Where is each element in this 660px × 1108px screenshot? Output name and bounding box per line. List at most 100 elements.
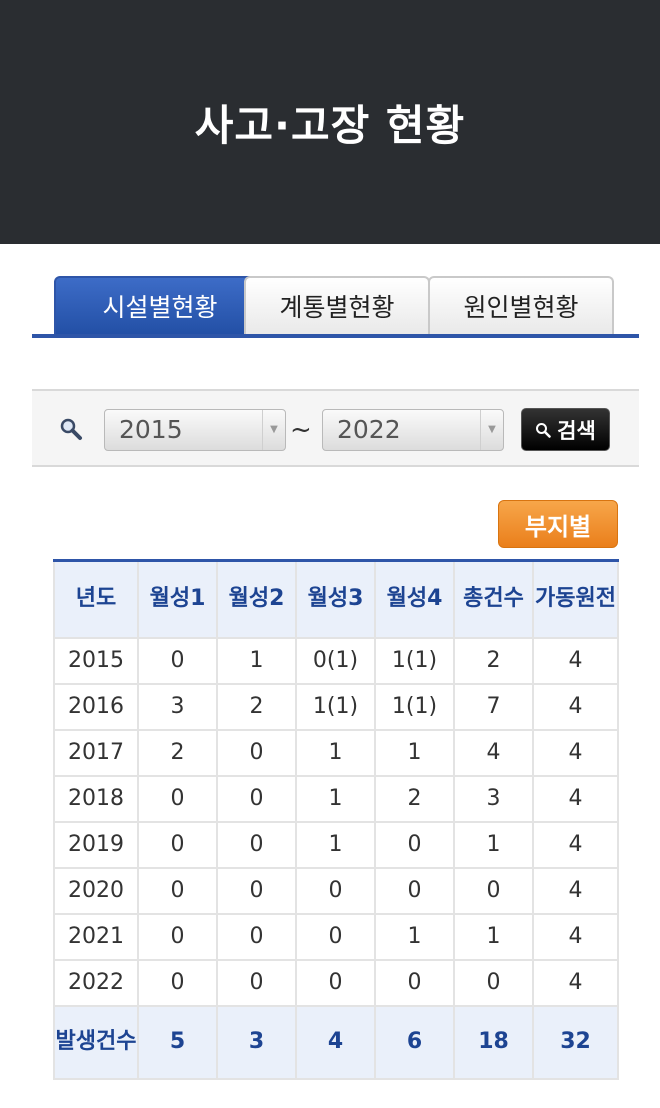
table-cell: 0: [216, 958, 297, 1007]
total-cell: 5: [137, 1004, 218, 1080]
table-cell: 4: [532, 636, 619, 685]
table-cell: 0: [295, 866, 376, 915]
table-cell: 2: [137, 728, 218, 777]
total-cell: 18: [453, 1004, 534, 1080]
total-cell: 6: [374, 1004, 455, 1080]
table-row: 2017 2 0 1 1 4 4: [53, 728, 619, 777]
cell-year: 2022: [53, 958, 139, 1007]
table-row: 2019 0 0 1 0 1 4: [53, 820, 619, 869]
table-cell: 4: [532, 774, 619, 823]
table-cell: 0: [137, 912, 218, 961]
cell-year: 2021: [53, 912, 139, 961]
table-cell: 1: [453, 912, 534, 961]
cell-year: 2015: [53, 636, 139, 685]
chevron-down-icon: ▼: [262, 410, 285, 450]
table-cell: 0: [216, 774, 297, 823]
tab-facility[interactable]: 시설별현황: [54, 276, 266, 334]
table-cell: 1: [295, 774, 376, 823]
table-cell: 0: [453, 958, 534, 1007]
to-year-value: 2022: [337, 415, 401, 444]
header-wolsong2: 월성2: [216, 559, 297, 639]
table-cell: 0: [137, 958, 218, 1007]
table-cell: 4: [453, 728, 534, 777]
table-cell: 0: [295, 958, 376, 1007]
table-cell: 1: [216, 636, 297, 685]
header-wolsong4: 월성4: [374, 559, 455, 639]
from-year-select[interactable]: 2015 ▼: [104, 409, 286, 451]
magnifier-icon: [60, 418, 82, 440]
table-cell: 0: [453, 866, 534, 915]
table-cell: 4: [532, 682, 619, 731]
tab-bar: 시설별현황 계통별현황 원인별현황: [32, 276, 639, 338]
table-cell: 0: [374, 820, 455, 869]
total-cell: 32: [532, 1004, 619, 1080]
table-row: 2015 0 1 0(1) 1(1) 2 4: [53, 636, 619, 685]
by-site-button[interactable]: 부지별: [498, 500, 618, 548]
chevron-down-icon: ▼: [480, 410, 503, 450]
header-wolsong1: 월성1: [137, 559, 218, 639]
header-wolsong3: 월성3: [295, 559, 376, 639]
table-cell: 2: [216, 682, 297, 731]
table-row: 2016 3 2 1(1) 1(1) 7 4: [53, 682, 619, 731]
cell-year: 2019: [53, 820, 139, 869]
table-row: 2018 0 0 1 2 3 4: [53, 774, 619, 823]
header-total: 총건수: [453, 559, 534, 639]
table-cell: 0: [374, 958, 455, 1007]
table-cell: 0: [295, 912, 376, 961]
range-separator: ~: [290, 415, 312, 445]
to-year-select[interactable]: 2022 ▼: [322, 409, 504, 451]
table-cell: 4: [532, 728, 619, 777]
page-header: 사고·고장 현황: [0, 0, 660, 244]
table-cell: 0: [137, 866, 218, 915]
incident-table: 년도 월성1 월성2 월성3 월성4 총건수 가동원전 2015 0 1 0(1…: [53, 559, 619, 1080]
header-operating: 가동원전: [532, 559, 619, 639]
cell-year: 2016: [53, 682, 139, 731]
total-label: 발생건수: [53, 1004, 139, 1080]
table-cell: 0: [374, 866, 455, 915]
search-bar: 2015 ▼ ~ 2022 ▼ 검색: [32, 389, 639, 467]
table-cell: 0: [216, 912, 297, 961]
table-cell: 4: [532, 866, 619, 915]
table-row: 2020 0 0 0 0 0 4: [53, 866, 619, 915]
total-cell: 3: [216, 1004, 297, 1080]
search-icon: [536, 422, 551, 438]
table-cell: 0: [216, 866, 297, 915]
table-row: 2021 0 0 0 1 1 4: [53, 912, 619, 961]
table-cell: 1(1): [374, 682, 455, 731]
table-cell: 3: [137, 682, 218, 731]
table-cell: 0: [137, 820, 218, 869]
table-row: 2022 0 0 0 0 0 4: [53, 958, 619, 1007]
table-cell: 4: [532, 912, 619, 961]
table-cell: 3: [453, 774, 534, 823]
table-cell: 1(1): [374, 636, 455, 685]
search-button-label: 검색: [557, 418, 596, 443]
table-cell: 1: [374, 912, 455, 961]
table-cell: 1: [295, 820, 376, 869]
table-cell: 2: [374, 774, 455, 823]
table-cell: 7: [453, 682, 534, 731]
table-cell: 0: [216, 728, 297, 777]
cell-year: 2018: [53, 774, 139, 823]
table-total-row: 발생건수 5 3 4 6 18 32: [53, 1004, 619, 1080]
tab-underline: [32, 334, 639, 338]
table-cell: 4: [532, 958, 619, 1007]
tab-cause[interactable]: 원인별현황: [428, 276, 614, 334]
from-year-value: 2015: [119, 415, 183, 444]
search-button[interactable]: 검색: [521, 408, 610, 451]
table-cell: 1: [453, 820, 534, 869]
page-title: 사고·고장 현황: [194, 100, 466, 150]
table-cell: 1: [295, 728, 376, 777]
table-cell: 0: [216, 820, 297, 869]
table-header-row: 년도 월성1 월성2 월성3 월성4 총건수 가동원전: [53, 559, 619, 639]
total-cell: 4: [295, 1004, 376, 1080]
table-cell: 1: [374, 728, 455, 777]
table-cell: 0: [137, 636, 218, 685]
cell-year: 2017: [53, 728, 139, 777]
table-cell: 1(1): [295, 682, 376, 731]
table-cell: 0(1): [295, 636, 376, 685]
cell-year: 2020: [53, 866, 139, 915]
table-cell: 4: [532, 820, 619, 869]
header-year: 년도: [53, 559, 139, 639]
tab-system[interactable]: 계통별현황: [244, 276, 430, 334]
table-cell: 2: [453, 636, 534, 685]
